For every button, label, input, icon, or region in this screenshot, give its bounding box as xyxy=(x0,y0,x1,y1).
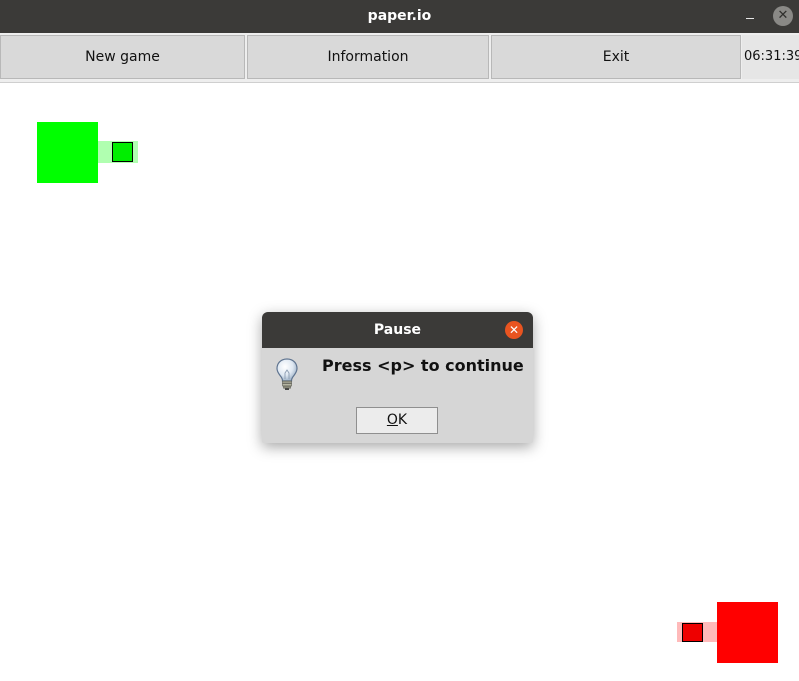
new-game-button[interactable]: New game xyxy=(0,35,245,79)
dialog-close-button[interactable]: ✕ xyxy=(505,321,523,339)
green-player-head xyxy=(112,142,133,162)
close-icon: ✕ xyxy=(777,8,789,23)
green-player-territory xyxy=(37,122,98,183)
close-button[interactable]: ✕ xyxy=(773,6,793,26)
game-window: paper.io ✕ New game Information Exit 06:… xyxy=(0,0,799,681)
pause-dialog: Pause ✕ Press <p> to continue OK xyxy=(262,312,533,443)
ok-button[interactable]: OK xyxy=(356,407,438,434)
game-clock: 06:31:39 xyxy=(742,35,799,79)
minimize-button[interactable] xyxy=(742,8,758,24)
dialog-title: Pause xyxy=(373,322,422,338)
information-button[interactable]: Information xyxy=(247,35,489,79)
lightbulb-icon xyxy=(275,357,299,391)
minimize-icon xyxy=(746,18,754,19)
close-icon: ✕ xyxy=(508,323,520,337)
red-player-head xyxy=(682,623,703,642)
window-title: paper.io xyxy=(367,8,432,24)
toolbar: New game Information Exit 06:31:39 xyxy=(0,33,799,82)
dialog-message: Press <p> to continue xyxy=(322,356,524,375)
title-bar[interactable]: paper.io ✕ xyxy=(0,0,799,33)
ok-mnemonic-letter: O xyxy=(386,412,398,428)
exit-button[interactable]: Exit xyxy=(491,35,741,79)
dialog-title-bar[interactable]: Pause ✕ xyxy=(262,312,533,348)
red-player-territory xyxy=(717,602,778,663)
ok-label-rest: K xyxy=(397,412,408,428)
